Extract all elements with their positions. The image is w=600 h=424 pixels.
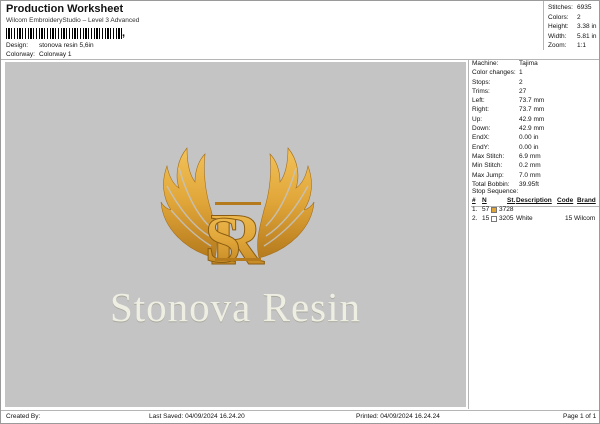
info-label: Down: bbox=[472, 125, 491, 133]
table-row: 1. 57 3728 bbox=[472, 206, 600, 215]
footer-divider bbox=[1, 410, 599, 411]
info-value: 2 bbox=[519, 78, 523, 86]
barcode-suffix: , bbox=[122, 27, 126, 39]
stat-value: 3.38 in bbox=[577, 23, 597, 30]
machine-info: Machine: Tajima Color changes: 1 Stops: 2 Trim… bbox=[472, 60, 598, 190]
machine-info-row: Right: 73.7 mm bbox=[472, 106, 598, 115]
machine-info-row: Machine: Tajima bbox=[472, 60, 598, 69]
stop-sequence-label: Stop Sequence: bbox=[472, 188, 519, 195]
info-label: Left: bbox=[472, 97, 485, 105]
info-value: 42.9 mm bbox=[519, 115, 545, 123]
footer-page-number: Page 1 of 1 bbox=[563, 413, 597, 420]
design-preview: R S Stonova Resin bbox=[5, 62, 466, 407]
col-num: # bbox=[472, 197, 476, 204]
stat-value: 1:1 bbox=[577, 42, 587, 49]
machine-info-row: Max Stitch: 6.9 mm bbox=[472, 153, 598, 162]
software-subtitle: Wilcom EmbroideryStudio – Level 3 Advanc… bbox=[6, 17, 140, 24]
row-st: 3205 bbox=[499, 215, 514, 222]
info-value: 7.0 mm bbox=[519, 171, 541, 179]
footer-last-saved: Last Saved: 04/09/2024 16.24.20 bbox=[149, 413, 245, 420]
info-label: Trims: bbox=[472, 87, 490, 95]
machine-info-row: Stops: 2 bbox=[472, 79, 598, 88]
info-value: 27 bbox=[519, 87, 527, 95]
info-value: 42.9 mm bbox=[519, 125, 545, 133]
footer-created-by: Created By: bbox=[6, 413, 41, 420]
info-label: Stops: bbox=[472, 78, 491, 86]
machine-info-row: Color changes: 1 bbox=[472, 69, 598, 78]
footer-printed: Printed: 04/09/2024 16.24.24 bbox=[356, 413, 440, 420]
machine-info-row: EndY: 0.00 in bbox=[472, 144, 598, 153]
info-value: 0.2 mm bbox=[519, 162, 541, 170]
stat-value: 2 bbox=[577, 13, 581, 21]
row-brand: Wilcom bbox=[574, 215, 596, 222]
machine-info-row: Down: 42.9 mm bbox=[472, 125, 598, 134]
machine-info-row: Trims: 27 bbox=[472, 88, 598, 97]
col-st: St. bbox=[507, 197, 516, 204]
machine-info-row: Left: 73.7 mm bbox=[472, 97, 598, 106]
col-description: Description bbox=[516, 197, 552, 204]
stat-label: Stitches: bbox=[548, 4, 573, 11]
info-value: 73.7 mm bbox=[519, 106, 545, 114]
info-label: Min Stitch: bbox=[472, 162, 503, 170]
col-n: N bbox=[482, 197, 487, 204]
info-value: 0.00 in bbox=[519, 143, 539, 151]
row-num: 1. bbox=[472, 206, 478, 213]
info-label: Up: bbox=[472, 115, 483, 123]
info-label: Max Stitch: bbox=[472, 152, 505, 160]
table-row: 2. 15 3205 White 15 Wilcom bbox=[472, 215, 600, 224]
color-swatch bbox=[491, 216, 497, 222]
info-label: Right: bbox=[472, 106, 489, 114]
stat-value: 6935 bbox=[577, 4, 592, 11]
info-value: 6.9 mm bbox=[519, 152, 541, 160]
colorway-value: Colorway 1 bbox=[39, 51, 72, 58]
color-swatch bbox=[491, 207, 497, 213]
col-brand: Brand bbox=[577, 197, 596, 204]
info-value: 39.95ft bbox=[519, 180, 539, 188]
info-label: Total Bobbin: bbox=[472, 180, 510, 188]
svg-text:S: S bbox=[205, 204, 242, 277]
info-value: 73.7 mm bbox=[519, 97, 545, 105]
info-label: Max Jump: bbox=[472, 171, 504, 179]
row-num: 2. bbox=[472, 215, 478, 222]
barcode bbox=[6, 28, 122, 39]
row-n: 57 bbox=[482, 206, 490, 213]
machine-info-row: Min Stitch: 0.2 mm bbox=[472, 162, 598, 171]
stats-divider bbox=[543, 1, 544, 50]
info-label: EndY: bbox=[472, 143, 490, 151]
info-label: EndX: bbox=[472, 134, 490, 142]
stat-label: Colors: bbox=[548, 13, 569, 21]
design-label: Design: bbox=[6, 42, 29, 49]
col-code: Code bbox=[557, 197, 574, 204]
machine-info-row: EndX: 0.00 in bbox=[472, 134, 598, 143]
row-n: 15 bbox=[482, 215, 490, 222]
row-code: 15 bbox=[565, 215, 573, 222]
row-description: White bbox=[516, 215, 533, 222]
wings-sr-logo: R S bbox=[160, 147, 315, 281]
info-label: Machine: bbox=[472, 60, 499, 67]
stat-label: Zoom: bbox=[548, 42, 567, 49]
info-value: Tajima bbox=[519, 60, 538, 67]
info-label: Color changes: bbox=[472, 69, 516, 77]
machine-info-row: Up: 42.9 mm bbox=[472, 116, 598, 125]
stat-label: Height: bbox=[548, 23, 569, 30]
worksheet-page: Production Worksheet Wilcom EmbroiderySt… bbox=[0, 0, 600, 424]
design-value: stonova resin 5,6in bbox=[39, 42, 94, 49]
stat-value: 5.81 in bbox=[577, 32, 597, 40]
info-value: 0.00 in bbox=[519, 134, 539, 142]
panel-divider bbox=[468, 59, 469, 409]
stat-label: Width: bbox=[548, 32, 567, 40]
page-title: Production Worksheet bbox=[6, 3, 124, 15]
row-st: 3728 bbox=[499, 206, 514, 213]
machine-info-row: Max Jump: 7.0 mm bbox=[472, 172, 598, 181]
colorway-label: Colorway: bbox=[6, 51, 35, 58]
info-value: 1 bbox=[519, 69, 523, 77]
design-text: Stonova Resin bbox=[109, 284, 362, 330]
